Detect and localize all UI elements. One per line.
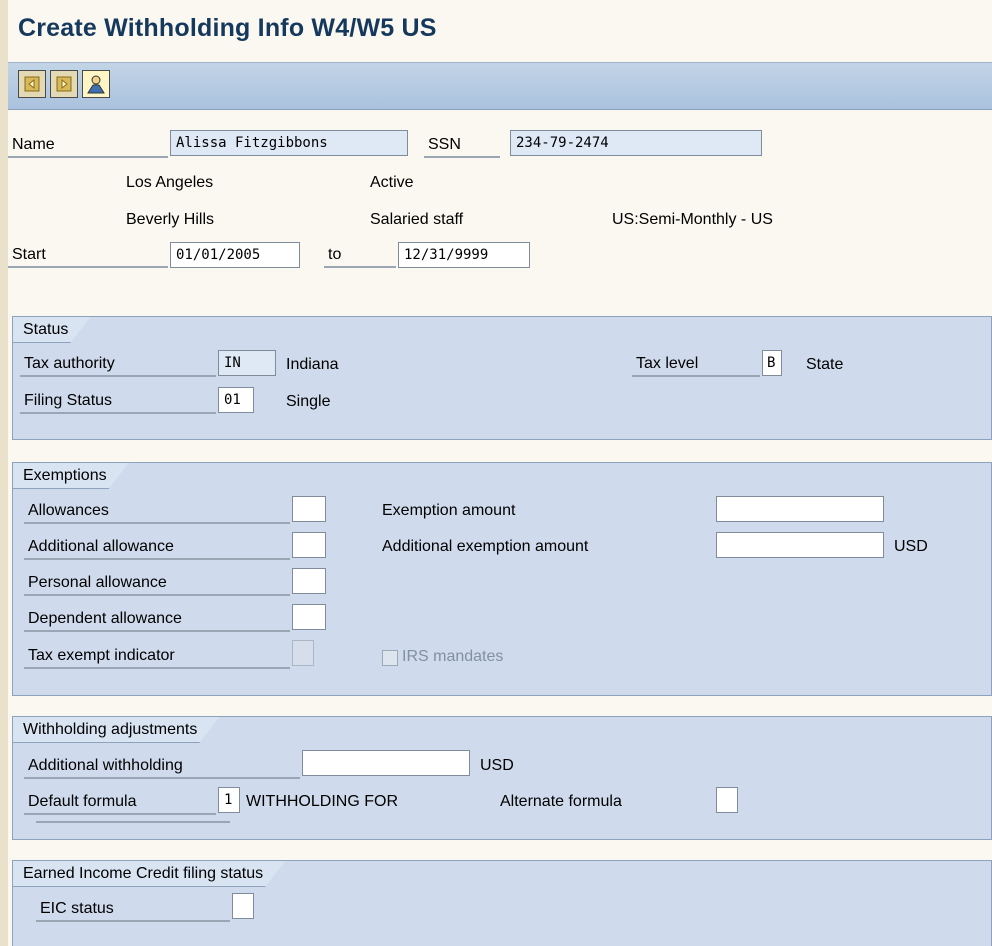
page-title: Create Withholding Info W4/W5 US [18,14,437,42]
tax-exempt-indicator-label: Tax exempt indicator [24,647,290,669]
start-date-field[interactable]: 01/01/2005 [170,242,300,268]
employment-status-text: Active [370,174,414,191]
tax-exempt-indicator-field[interactable] [292,640,314,666]
eic-status-label: EIC status [36,900,230,922]
name-label: Name [8,136,168,158]
payroll-area-text: US:Semi-Monthly - US [612,211,773,228]
default-formula-field[interactable]: 1 [218,787,240,813]
status-group-title: Status [13,317,90,343]
status-group: Status [12,316,992,440]
additional-allowance-field[interactable] [292,532,326,558]
alternate-formula-label: Alternate formula [500,793,622,810]
filing-status-field[interactable]: 01 [218,387,254,413]
tax-level-label: Tax level [632,355,760,377]
additional-withholding-label: Additional withholding [24,757,300,779]
city-text: Los Angeles [126,174,214,191]
eic-group-title: Earned Income Credit filing status [13,861,285,887]
exemptions-group-title: Exemptions [13,463,129,489]
personal-allowance-label: Personal allowance [24,574,290,596]
dependent-allowance-field[interactable] [292,604,326,630]
default-formula-text: WITHHOLDING FOR [246,793,398,810]
additional-exemption-field[interactable] [716,532,884,558]
area-text: Beverly Hills [126,211,215,228]
filing-status-text: Single [286,393,331,410]
eic-status-label-hidden [36,819,230,823]
tax-level-field[interactable]: B [762,350,782,376]
exemption-currency: USD [894,538,928,555]
irs-mandates-label: IRS mandates [402,648,504,665]
irs-mandates-checkbox[interactable] [382,650,398,666]
dependent-allowance-label: Dependent allowance [24,610,290,632]
eic-status-field[interactable] [232,893,254,919]
employee-group-text: Salaried staff [370,211,464,228]
next-icon[interactable] [50,70,78,98]
previous-icon[interactable] [18,70,46,98]
start-label: Start [8,246,168,268]
exemption-amount-field[interactable] [716,496,884,522]
ssn-field[interactable]: 234-79-2474 [510,130,762,156]
tax-authority-text: Indiana [286,356,339,373]
application-toolbar [8,62,992,110]
default-formula-label: Default formula [24,793,216,815]
tax-authority-label: Tax authority [20,355,216,377]
ssn-label: SSN [424,136,500,158]
filing-status-label: Filing Status [20,392,216,414]
withholding-currency: USD [480,757,514,774]
person-icon[interactable] [82,70,110,98]
to-label: to [324,246,396,268]
allowances-field[interactable] [292,496,326,522]
additional-exemption-label: Additional exemption amount [382,538,589,555]
tax-authority-field[interactable]: IN [218,350,276,376]
end-date-field[interactable]: 12/31/9999 [398,242,530,268]
withholding-adjustments-title: Withholding adjustments [13,717,219,743]
name-field[interactable]: Alissa Fitzgibbons [170,130,408,156]
personal-allowance-field[interactable] [292,568,326,594]
allowances-label: Allowances [24,502,290,524]
exemption-amount-label: Exemption amount [382,502,516,519]
additional-withholding-field[interactable] [302,750,470,776]
alternate-formula-field[interactable] [716,787,738,813]
additional-allowance-label: Additional allowance [24,538,290,560]
tax-level-text: State [806,356,844,373]
